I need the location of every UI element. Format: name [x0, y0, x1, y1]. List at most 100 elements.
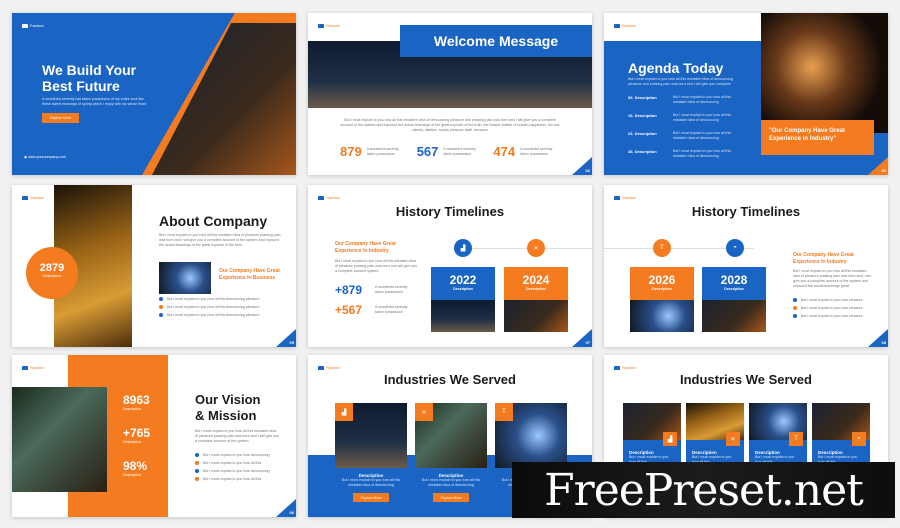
factory-icon: [318, 23, 324, 28]
stat: 98% Description: [123, 459, 148, 477]
bullet-item: But I must explain to you how all this: [195, 459, 270, 467]
factory-icon: [22, 365, 28, 370]
vision-title: Our Vision & Mission: [195, 392, 261, 423]
agenda-item: 28. Description But I must explain to you…: [628, 149, 732, 158]
factory-icon: [318, 365, 324, 370]
industry-card: ▟ Description But I must explain to you ho…: [335, 403, 407, 502]
stat: +567 A wonderful serenity taken possessio…: [335, 303, 408, 317]
explore-more-button[interactable]: Explore More: [433, 493, 469, 502]
bullet-item: But I must explain to you how denouncing: [195, 451, 270, 459]
slide-about[interactable]: Factora 2879 Description About Company Bu…: [12, 185, 296, 347]
factory-icon: ▟: [663, 432, 677, 446]
welder-photo: [761, 13, 888, 133]
history-paragraph: But I must explain to you how all this m…: [793, 269, 871, 288]
industries-title: Industries We Served: [680, 372, 812, 387]
stats: +879 A wonderful serenity taken possessio…: [335, 280, 411, 320]
slide-agenda[interactable]: Factora "Our Company Have Great Experien…: [604, 13, 888, 175]
vision-stats: 8963 Description +765 Description 98% Descr…: [123, 393, 150, 492]
factory-icon: [614, 23, 620, 28]
bullet-item: But I must explain to you how all this: [195, 475, 270, 483]
slide-cover[interactable]: Factora We Build Your Best Future A wonde…: [12, 13, 296, 175]
bullet-list: But I must explain to you how all this d…: [159, 295, 260, 319]
check-icon: [159, 305, 163, 309]
cover-title: We Build Your Best Future: [42, 62, 137, 94]
page-number: 08: [881, 340, 886, 345]
page-number: 03: [881, 168, 886, 173]
machinery-photo: [12, 387, 107, 492]
stats-row: 879 A wonderful serenity taken possession…: [340, 144, 554, 159]
history-subhead: Our Company Have Great Experience In Ind…: [793, 252, 854, 265]
sparks-photo: [159, 262, 211, 294]
explore-more-button[interactable]: Explore More: [353, 493, 389, 502]
check-icon: [195, 453, 199, 457]
check-icon: [793, 306, 797, 310]
bullet-item: But I must explain to you how denouncing: [195, 467, 270, 475]
stat: 474 A wonderful serenity taken possession: [493, 144, 553, 159]
factory-icon: [614, 365, 620, 370]
bullet-item: But I must explain to you how all this d…: [159, 303, 260, 311]
history-paragraph: But I must explain to you how all this m…: [335, 259, 418, 273]
page-number: 07: [585, 340, 590, 345]
hammer-wrench-icon: ✕: [527, 239, 545, 257]
agenda-list: 06. Description But I must explain to you…: [628, 95, 748, 167]
quote-box: "Our Company Have Great Experience in In…: [761, 120, 874, 155]
about-title: About Company: [159, 213, 268, 229]
stat: 8963 Description: [123, 393, 150, 411]
vision-paragraph: But I must explain to you how all this m…: [195, 429, 280, 443]
slide-vision[interactable]: Factora 8963 Description +765 Description …: [12, 355, 296, 517]
agenda-item: 23. Description But I must explain to you…: [628, 131, 732, 140]
brand-logo: Factora: [22, 195, 44, 200]
website-link[interactable]: ◉ www.yourcompany.com: [24, 155, 66, 160]
factory-icon: ▟: [335, 403, 353, 421]
factory-icon: [614, 195, 620, 200]
check-icon: [159, 297, 163, 301]
page-number: 02: [585, 168, 590, 173]
agenda-title: Agenda Today: [628, 60, 724, 76]
about-paragraph: But I must explain to you how all this m…: [159, 233, 281, 247]
slide-history-1[interactable]: Factora History Timelines Our Company Ha…: [308, 185, 592, 347]
brand-logo: Factora: [318, 23, 340, 28]
slide-welcome[interactable]: Factora Welcome Message But I must expla…: [308, 13, 592, 175]
slide-history-2[interactable]: Factora History Timelines T ◓ 2026 Descri…: [604, 185, 888, 347]
timeline-card: 2026 Description: [630, 267, 694, 332]
brand-logo: Factora: [614, 195, 636, 200]
history-title: History Timelines: [395, 204, 505, 219]
brand-logo: Factora: [22, 365, 44, 370]
explore-more-button[interactable]: Explore More: [42, 113, 79, 123]
bullet-item: But I must explain to you how pleasure: [793, 304, 863, 312]
agenda-item: 06. Description But I must explain to you…: [628, 95, 732, 104]
drill-icon: T: [495, 403, 513, 421]
about-subhead: Our Company Have Great Experience In Bus…: [219, 268, 280, 281]
hard-hat-icon: ◓: [726, 239, 744, 257]
history-title: History Timelines: [691, 204, 801, 219]
bullet-list: But I must explain to you how denouncing…: [195, 451, 270, 483]
factory-icon: [318, 195, 324, 200]
check-icon: [159, 313, 163, 317]
foundry-photo: [152, 23, 296, 175]
history-subhead: Our Company Have Great Experience In Ind…: [335, 241, 396, 254]
cover-subtitle: A wonderful serenity has taken possessio…: [42, 97, 147, 106]
stat-circle: 2879 Description: [26, 247, 78, 299]
brand-logo: Factora: [318, 365, 340, 370]
stat: +879 A wonderful serenity taken possessio…: [335, 283, 408, 297]
bullet-item: But I must explain to you how pleasure: [793, 312, 863, 320]
check-icon: [195, 477, 199, 481]
brand-logo: Factora: [614, 365, 636, 370]
check-icon: [793, 298, 797, 302]
stat: 567 A wonderful serenity taken possession: [416, 144, 476, 159]
industry-card: ✕ Description But I must explain to you ho…: [415, 403, 487, 502]
check-icon: [195, 469, 199, 473]
timeline-card: 2024 Description: [504, 267, 568, 332]
timeline-card: 2028 Description: [702, 267, 766, 332]
timeline-card: 2022 Description: [431, 267, 495, 332]
brand-logo: Factora: [22, 23, 44, 28]
agenda-intro: But I must explain to you how all this m…: [628, 77, 733, 86]
bullet-item: But I must explain to you how all this d…: [159, 295, 260, 303]
drill-icon: T: [653, 239, 671, 257]
hammer-wrench-icon: ✕: [726, 432, 740, 446]
bullet-item: But I must explain to you how pleasure: [793, 296, 863, 304]
check-icon: [195, 461, 199, 465]
hammer-wrench-icon: ✕: [415, 403, 433, 421]
agenda-item: 16. Description But I must explain to you…: [628, 113, 732, 122]
brand-logo: Factora: [614, 23, 636, 28]
